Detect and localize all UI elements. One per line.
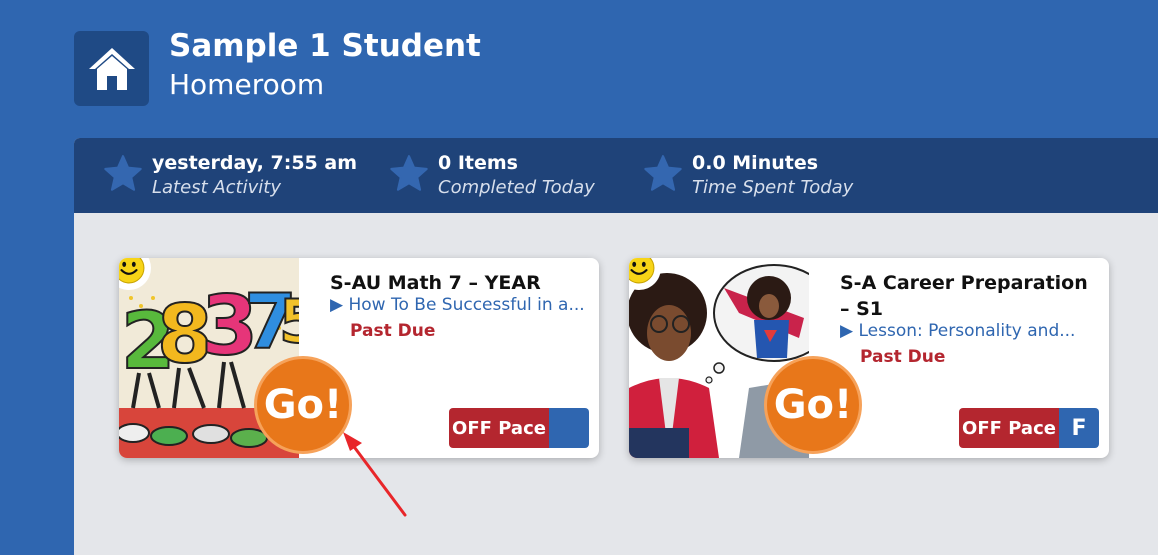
lesson-link[interactable]: ▶ How To Be Successful in a...	[330, 295, 585, 315]
pace-label: OFF Pace	[959, 408, 1059, 448]
grade-badge	[549, 408, 589, 448]
smiley-icon	[119, 258, 145, 284]
stat-value: 0 Items	[438, 152, 518, 174]
svg-text:5: 5	[279, 287, 299, 357]
grade-badge: F	[1059, 408, 1099, 448]
stat-completed-today: 0 Items Completed Today	[388, 150, 618, 200]
star-icon	[102, 153, 144, 195]
lesson-link[interactable]: ▶ Lesson: Personality and...	[840, 321, 1095, 341]
stat-value: yesterday, 7:55 am	[152, 152, 357, 174]
star-icon	[388, 153, 430, 195]
go-button[interactable]: Go!	[254, 356, 352, 454]
stat-label: Completed Today	[438, 177, 595, 198]
lesson-link-text: How To Be Successful in a...	[348, 295, 585, 315]
stat-time-spent: 0.0 Minutes Time Spent Today	[642, 150, 882, 200]
lesson-link-text: Lesson: Personality and...	[858, 321, 1076, 341]
play-arrow-icon: ▶	[330, 295, 344, 315]
stat-label: Latest Activity	[152, 177, 281, 198]
student-name: Sample 1 Student	[169, 28, 481, 64]
section-name: Homeroom	[169, 68, 325, 101]
course-title[interactable]: S-AU Math 7 – YEAR	[330, 270, 590, 296]
pace-indicator[interactable]: OFF Pace	[449, 408, 589, 448]
pace-label: OFF Pace	[449, 408, 549, 448]
go-button[interactable]: Go!	[764, 356, 862, 454]
stat-latest-activity: yesterday, 7:55 am Latest Activity	[102, 150, 362, 200]
pace-indicator[interactable]: OFF Pace F	[959, 408, 1099, 448]
smiley-icon	[629, 258, 655, 284]
home-icon	[88, 47, 135, 90]
main-panel: yesterday, 7:55 am Latest Activity 0 Ite…	[74, 138, 1158, 555]
status-past-due: Past Due	[350, 321, 436, 341]
star-icon	[642, 153, 684, 195]
stat-label: Time Spent Today	[692, 177, 854, 198]
stats-bar: yesterday, 7:55 am Latest Activity 0 Ite…	[74, 138, 1158, 213]
course-title[interactable]: S-A Career Preparation – S1	[840, 270, 1100, 322]
home-button[interactable]	[74, 31, 149, 106]
stat-value: 0.0 Minutes	[692, 152, 819, 174]
status-past-due: Past Due	[860, 347, 946, 367]
play-arrow-icon: ▶	[840, 321, 854, 341]
course-card-career[interactable]: Go! S-A Career Preparation – S1 ▶ Lesson…	[629, 258, 1109, 458]
course-card-math[interactable]: 2 8 3 7 5 Go!	[119, 258, 599, 458]
